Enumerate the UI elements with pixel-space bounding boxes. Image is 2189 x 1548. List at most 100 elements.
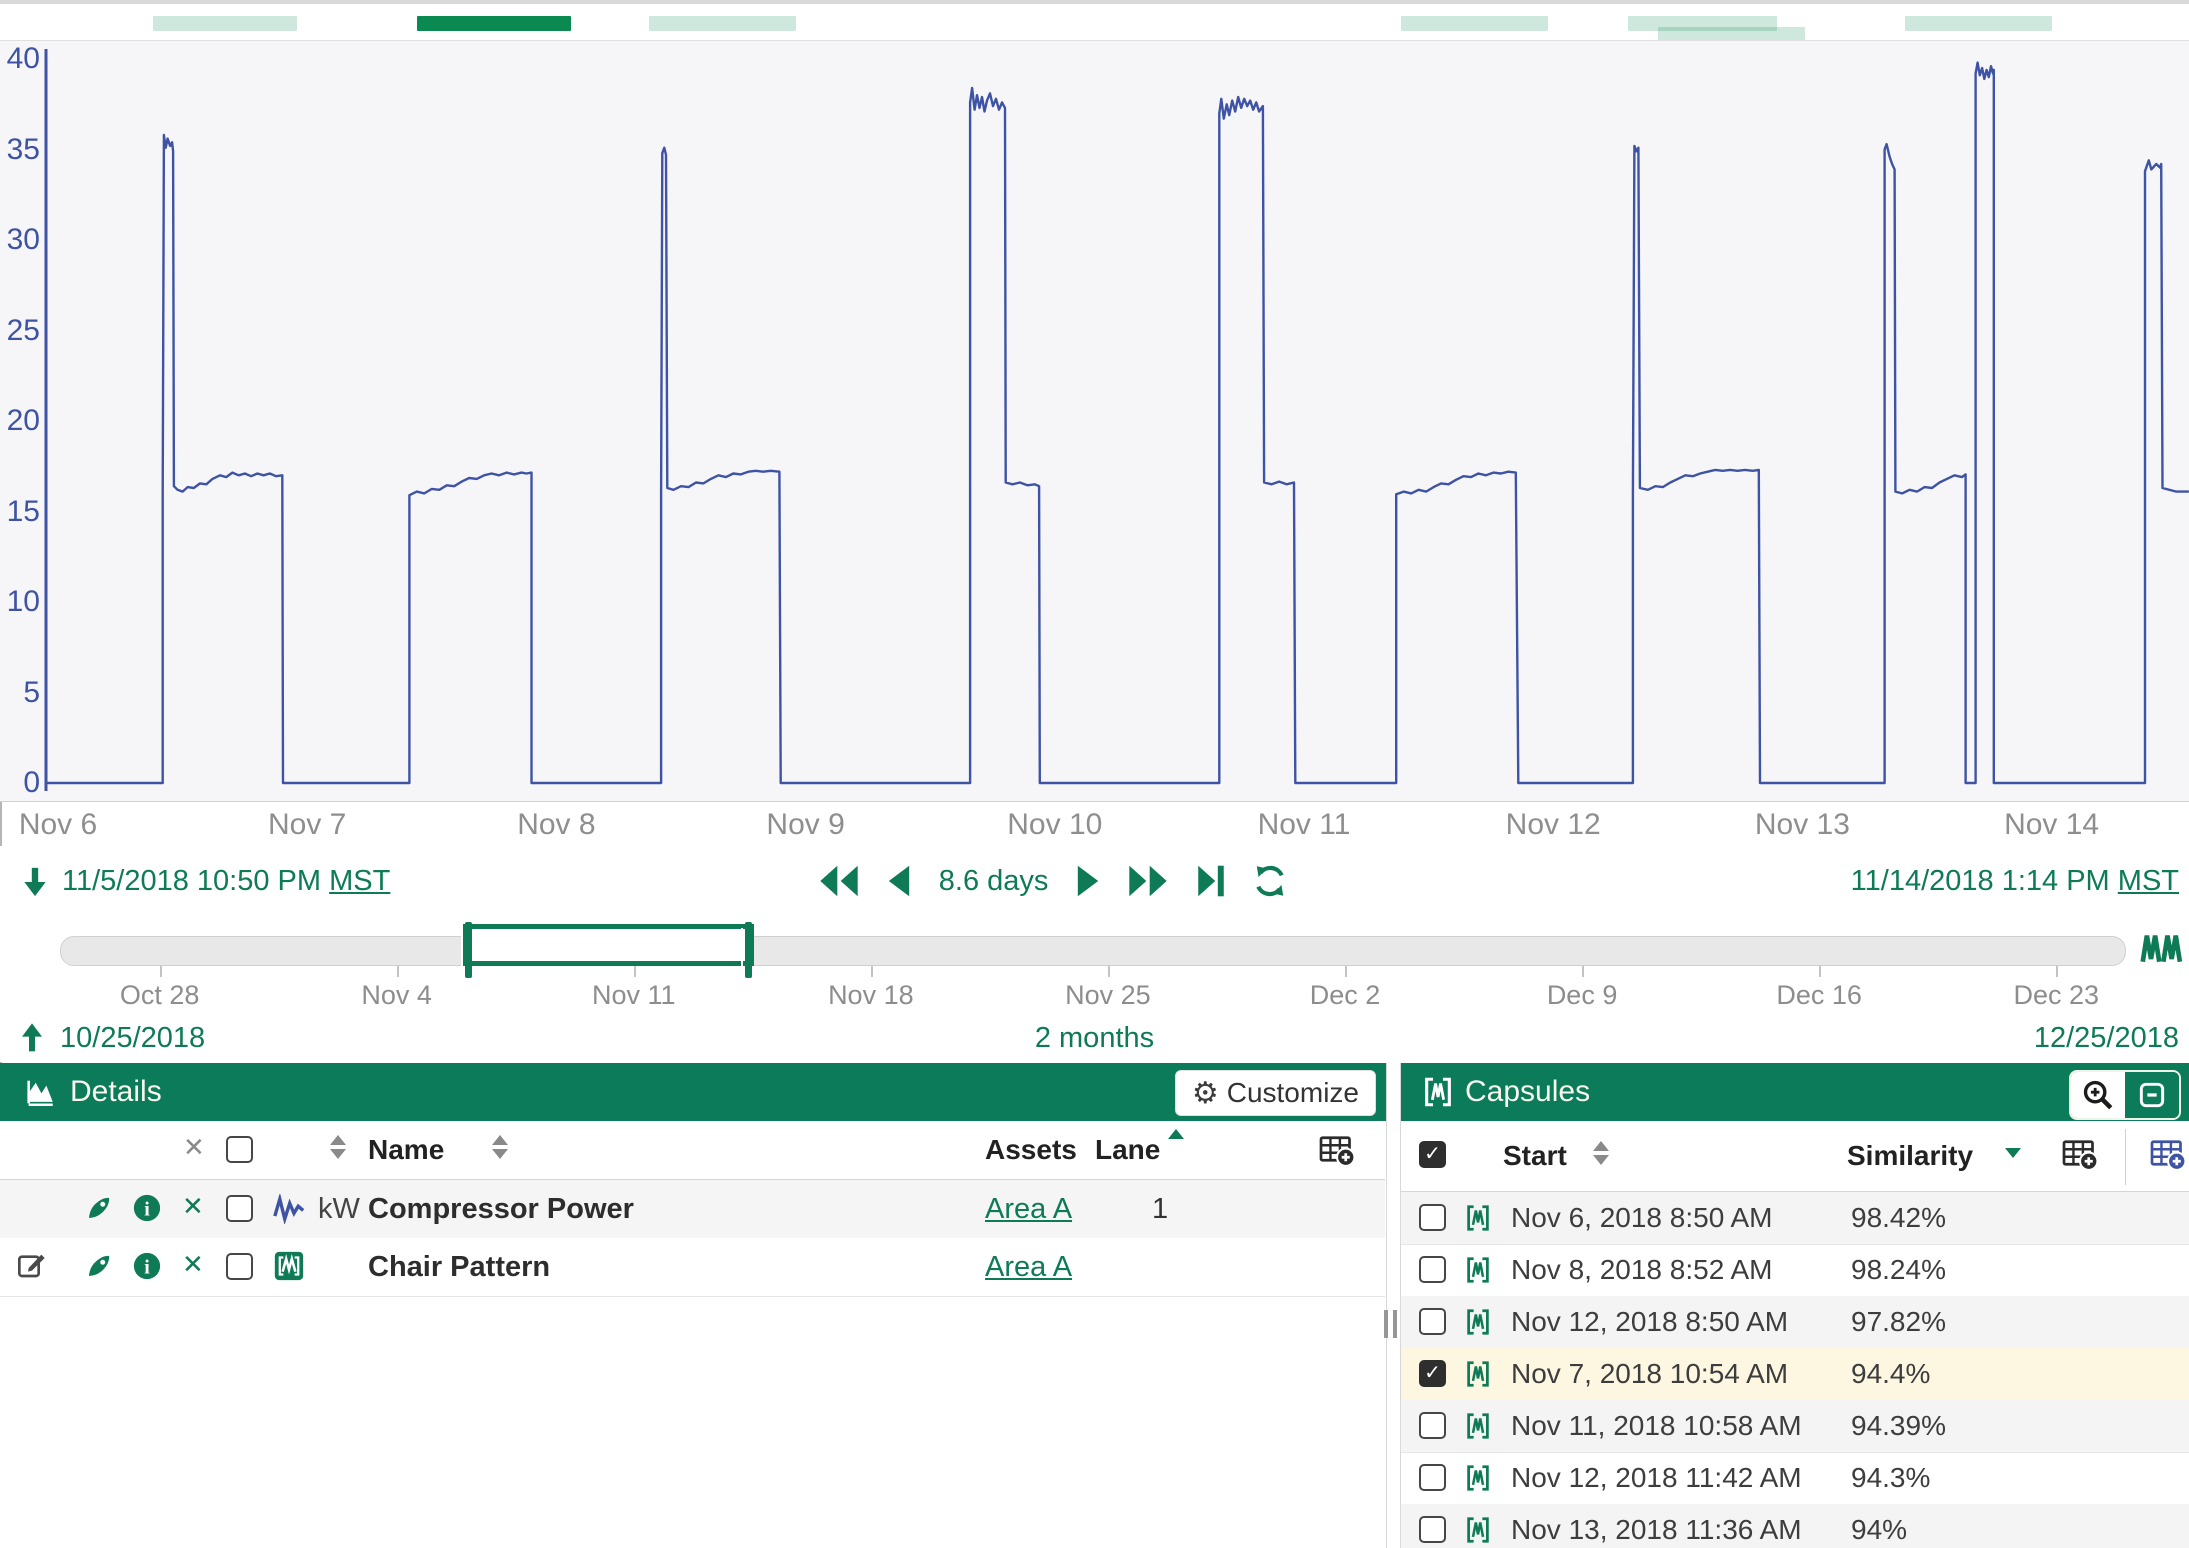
signal-name[interactable]: Compressor Power: [368, 1180, 634, 1238]
slider-tick: [871, 966, 873, 977]
info-icon[interactable]: i: [132, 1192, 162, 1224]
slider-tick-label: Dec 23: [1986, 980, 2126, 1011]
y-axis-label: 15: [0, 496, 40, 528]
add-column-icon[interactable]: [1318, 1131, 1354, 1167]
slider-tick: [1345, 966, 1347, 977]
add-column-icon[interactable]: [2061, 1135, 2097, 1171]
slider-left-handle[interactable]: [465, 922, 472, 978]
capsule-bar[interactable]: [1401, 16, 1548, 31]
slider-right-handle[interactable]: [745, 922, 752, 978]
capsule-bar[interactable]: [417, 16, 572, 31]
capsule-checkbox[interactable]: [1419, 1464, 1446, 1491]
sort-icons[interactable]: [492, 1135, 508, 1159]
capsule-row[interactable]: Nov 6, 2018 8:50 AM 98.42%: [1401, 1192, 2189, 1245]
slider-selection-window[interactable]: [463, 924, 754, 966]
capsule-bar[interactable]: [649, 16, 796, 31]
capsule-row[interactable]: ✓ Nov 7, 2018 10:54 AM 94.4%: [1401, 1348, 2189, 1401]
capsule-row[interactable]: Nov 13, 2018 11:36 AM 94%: [1401, 1504, 2189, 1548]
details-row-compressor-power[interactable]: i ✕ kW Compressor Power Area A 1: [0, 1180, 1385, 1239]
zoom-to-capsule-button[interactable]: [2071, 1072, 2125, 1118]
time-slider-track[interactable]: [60, 936, 2126, 966]
investigate-span[interactable]: 2 months: [0, 1022, 2189, 1055]
magnifier-plus-icon: [2081, 1078, 2115, 1112]
lane-number: 1: [1152, 1180, 1168, 1238]
capsule-checkbox[interactable]: [1419, 1412, 1446, 1439]
details-row-chair-pattern[interactable]: i ✕ Chair Pattern Area A: [0, 1238, 1385, 1297]
investigate-range-row: 10/25/2018 2 months 12/25/2018: [0, 1016, 2189, 1062]
slider-tick-label: Nov 25: [1038, 980, 1178, 1011]
capsule-similarity: 98.24%: [1851, 1244, 1946, 1296]
capsule-checkbox[interactable]: [1419, 1516, 1446, 1543]
step-back-button[interactable]: [886, 864, 912, 898]
collapse-panel-button[interactable]: [2125, 1072, 2179, 1118]
x-axis-label: Nov 9: [726, 808, 886, 842]
row-checkbox[interactable]: [226, 1253, 253, 1280]
step-forward-button[interactable]: [1075, 864, 1101, 898]
details-title: Details: [70, 1063, 162, 1121]
slider-tick: [397, 966, 399, 977]
x-axis-label: Nov 10: [975, 808, 1135, 842]
y-axis-label: 0: [0, 767, 40, 799]
capsule-checkbox[interactable]: [1419, 1204, 1446, 1231]
column-start[interactable]: Start: [1503, 1140, 1567, 1172]
remove-all-icon[interactable]: ✕: [183, 1133, 205, 1163]
journal-link-icon[interactable]: [84, 1250, 114, 1282]
capsule-similarity: 94.3%: [1851, 1452, 1930, 1504]
capsule-start: Nov 6, 2018 8:50 AM: [1511, 1192, 1773, 1244]
select-all-checkbox[interactable]: [226, 1136, 253, 1163]
compressor-power-line: [46, 63, 2189, 783]
column-similarity[interactable]: Similarity: [1847, 1140, 1973, 1172]
select-all-capsules-checkbox[interactable]: ✓: [1419, 1141, 1446, 1168]
capsule-row[interactable]: Nov 8, 2018 8:52 AM 98.24%: [1401, 1244, 2189, 1297]
capsule-row[interactable]: Nov 12, 2018 8:50 AM 97.82%: [1401, 1296, 2189, 1349]
display-range-end[interactable]: 11/14/2018 1:14 PM MST: [1851, 846, 2179, 916]
customize-button[interactable]: ⚙︎ Customize: [1175, 1070, 1376, 1116]
timezone-link[interactable]: MST: [329, 865, 390, 897]
sort-desc-icon[interactable]: [2005, 1148, 2021, 1158]
capsule-start: Nov 7, 2018 10:54 AM: [1511, 1348, 1788, 1400]
add-stat-column-icon[interactable]: [2149, 1135, 2185, 1171]
trend-line-svg: [0, 41, 2189, 799]
sort-asc-icon[interactable]: [1168, 1129, 1184, 1139]
slider-tick-label: Nov 18: [801, 980, 941, 1011]
step-back-full-button[interactable]: [818, 864, 860, 898]
remove-item-icon[interactable]: ✕: [182, 1192, 204, 1222]
sort-icons[interactable]: [330, 1135, 346, 1159]
step-to-end-button[interactable]: [1196, 864, 1226, 898]
refresh-button[interactable]: [1252, 863, 1288, 899]
slider-tick-label: Nov 11: [564, 980, 704, 1011]
capsules-header-buttons: [2069, 1070, 2181, 1120]
capsule-bar[interactable]: [153, 16, 298, 31]
range-start-arrow-icon: [18, 864, 52, 900]
investigate-end-date[interactable]: 12/25/2018: [2034, 1022, 2179, 1055]
signal-unit: kW: [318, 1180, 360, 1238]
slider-tick: [1819, 966, 1821, 977]
panel-splitter[interactable]: [1384, 1310, 1400, 1338]
timezone-link-end[interactable]: MST: [2118, 865, 2179, 897]
sort-icons[interactable]: [1593, 1141, 1609, 1165]
condition-name[interactable]: Chair Pattern: [368, 1238, 550, 1296]
duration-value[interactable]: 8.6 days: [939, 846, 1049, 916]
capsule-row[interactable]: Nov 11, 2018 10:58 AM 94.39%: [1401, 1400, 2189, 1453]
capsule-checkbox[interactable]: [1419, 1308, 1446, 1335]
asset-link[interactable]: Area A: [985, 1238, 1072, 1296]
asset-link[interactable]: Area A: [985, 1180, 1072, 1238]
info-icon[interactable]: i: [132, 1250, 162, 1282]
trend-chart[interactable]: 4035302520151050: [0, 40, 2189, 802]
remove-item-icon[interactable]: ✕: [182, 1250, 204, 1280]
column-assets[interactable]: Assets: [985, 1134, 1077, 1166]
capsule-time-icon[interactable]: [2140, 928, 2184, 968]
slider-tick-label: Dec 16: [1749, 980, 1889, 1011]
x-axis-label: Nov 12: [1473, 808, 1633, 842]
capsule-row[interactable]: Nov 12, 2018 11:42 AM 94.3%: [1401, 1452, 2189, 1505]
display-range-start[interactable]: 11/5/2018 10:50 PM MST: [62, 846, 390, 916]
journal-link-icon[interactable]: [84, 1192, 114, 1224]
column-name[interactable]: Name: [368, 1134, 444, 1166]
row-checkbox[interactable]: [226, 1195, 253, 1222]
column-lane[interactable]: Lane: [1095, 1134, 1160, 1166]
capsule-checkbox[interactable]: [1419, 1256, 1446, 1283]
capsule-bar[interactable]: [1905, 16, 2052, 31]
edit-icon[interactable]: [16, 1250, 48, 1282]
capsule-checkbox[interactable]: ✓: [1419, 1360, 1446, 1387]
step-forward-full-button[interactable]: [1127, 864, 1169, 898]
